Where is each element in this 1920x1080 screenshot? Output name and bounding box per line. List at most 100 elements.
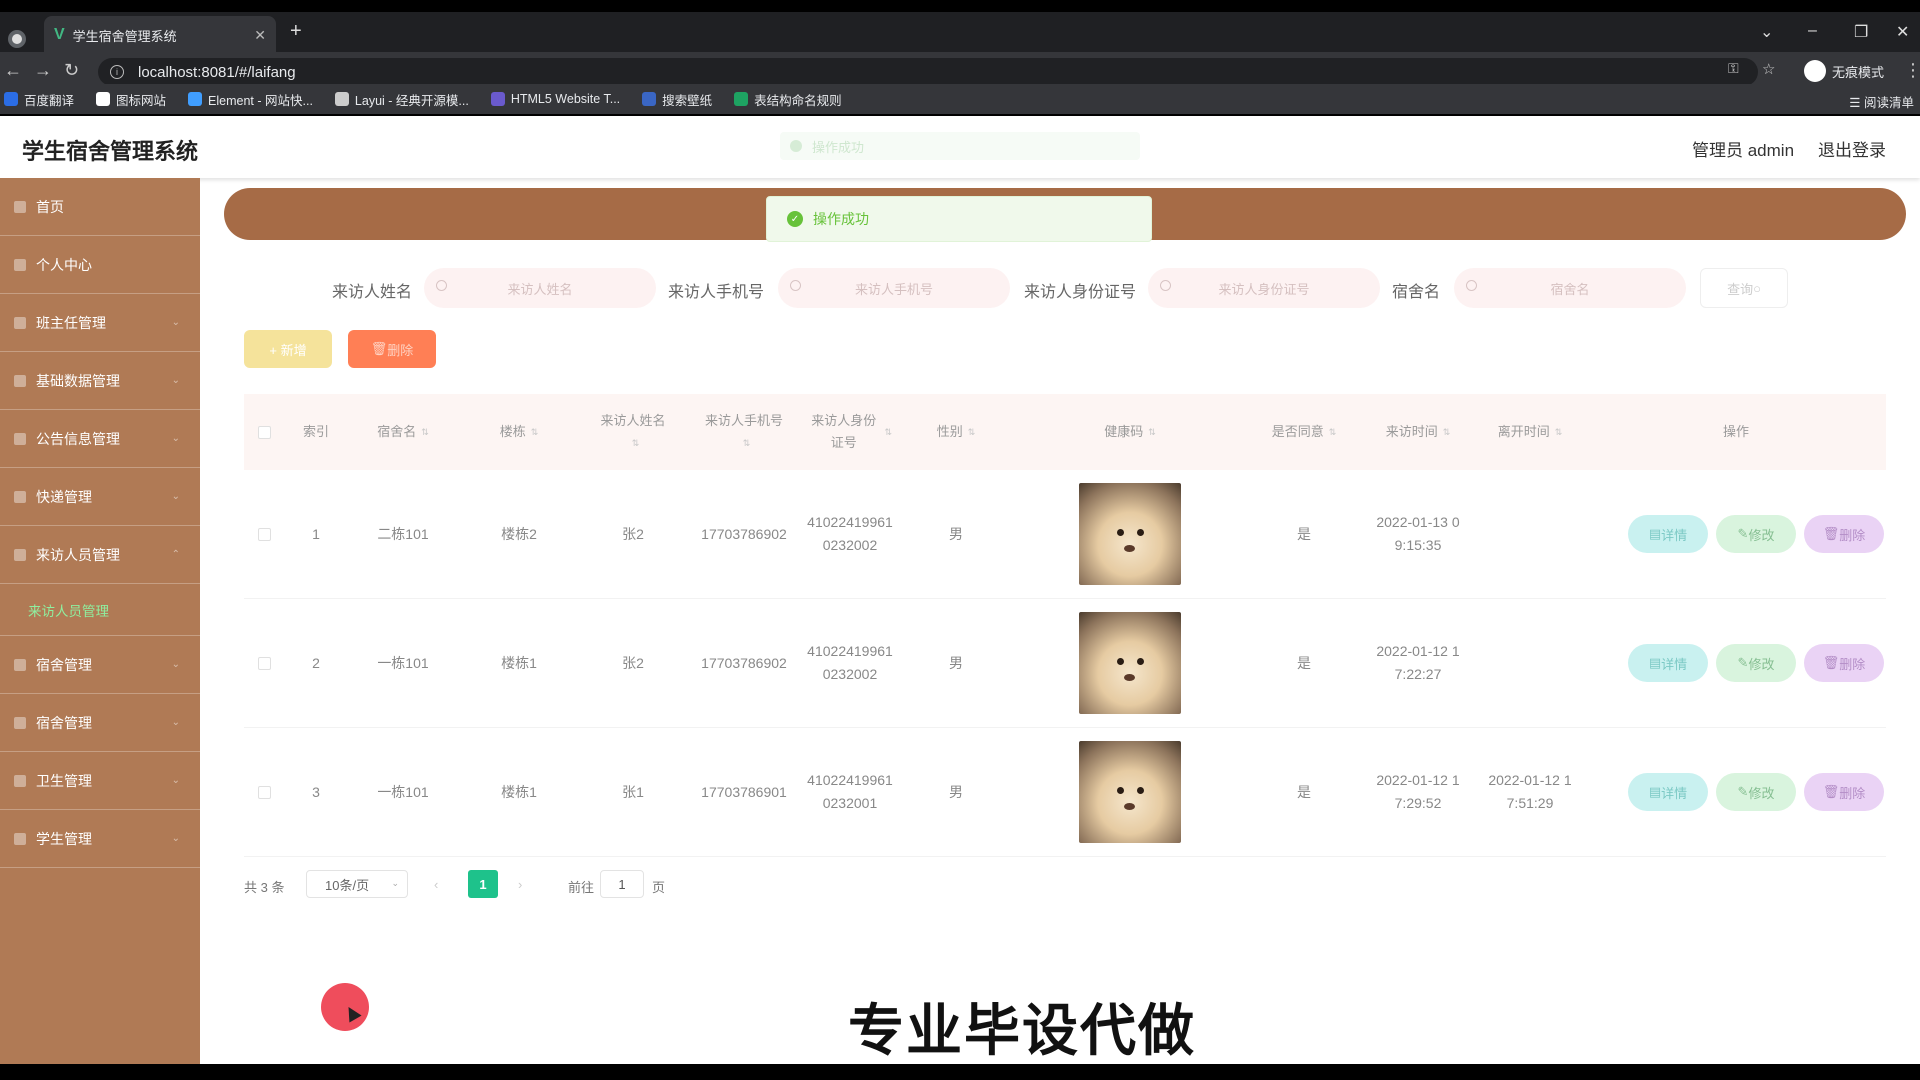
- bookmark[interactable]: 图标网站: [96, 90, 166, 109]
- col-label: 宿舍名: [377, 424, 417, 439]
- detail-label: 详情: [1661, 656, 1688, 672]
- batch-delete-label: 删除: [387, 342, 414, 358]
- incognito-indicator[interactable]: 无痕模式: [1803, 60, 1884, 82]
- delete-label: 删除: [1839, 527, 1866, 543]
- col-agree[interactable]: 是否同意 ⇅: [1246, 394, 1362, 470]
- edit-button[interactable]: ✎ 修改: [1716, 644, 1796, 682]
- row-checkbox[interactable]: [257, 656, 271, 670]
- col-visitor-name[interactable]: 来访人姓名 ⇅: [580, 394, 686, 470]
- col-visitor-phone[interactable]: 来访人手机号 ⇅: [686, 394, 802, 470]
- row-select-cell[interactable]: [244, 470, 284, 598]
- sidebar-item-hygiene[interactable]: 卫生管理 ⌄: [0, 752, 200, 810]
- sort-icon[interactable]: ⇅: [1555, 421, 1563, 443]
- new-tab-icon[interactable]: +: [290, 20, 302, 43]
- bookmark[interactable]: 百度翻译: [4, 90, 74, 109]
- key-icon[interactable]: ⚿: [1728, 60, 1739, 77]
- select-all-checkbox[interactable]: [257, 425, 271, 439]
- detail-button[interactable]: ▤ 详情: [1628, 773, 1708, 811]
- row-select-cell[interactable]: [244, 728, 284, 856]
- sidebar-subitem-visitors[interactable]: 来访人员管理: [0, 584, 200, 636]
- bookmark[interactable]: Layui - 经典开源模...: [334, 90, 469, 109]
- edit-button[interactable]: ✎ 修改: [1716, 773, 1796, 811]
- col-visit-time[interactable]: 来访时间 ⇅: [1362, 394, 1474, 470]
- sidebar-item-home[interactable]: 首页: [0, 178, 200, 236]
- address-bar[interactable]: i localhost:8081/#/laifang: [98, 58, 1758, 86]
- col-index: 索引: [302, 424, 329, 439]
- detail-button[interactable]: ▤ 详情: [1628, 515, 1708, 553]
- query-button[interactable]: 查询 ○: [1700, 268, 1788, 308]
- visitor-phone-input[interactable]: 来访人手机号: [778, 268, 1010, 308]
- close-icon[interactable]: ✕: [254, 27, 266, 44]
- window-close-icon[interactable]: ✕: [1896, 22, 1909, 42]
- sort-icon[interactable]: ⇅: [884, 421, 892, 443]
- row-checkbox[interactable]: [257, 785, 271, 799]
- sidebar-item-students[interactable]: 学生管理 ⌄: [0, 810, 200, 868]
- goto-page-input[interactable]: 1: [600, 870, 644, 898]
- tab-search-icon[interactable]: ⌄: [1760, 22, 1773, 42]
- browser-tab[interactable]: V 学生宿舍管理系统 ✕: [44, 16, 276, 54]
- prev-page-icon[interactable]: ‹: [434, 877, 438, 892]
- col-building[interactable]: 楼栋 ⇅: [458, 394, 580, 470]
- sidebar-item-base-data[interactable]: 基础数据管理 ⌄: [0, 352, 200, 410]
- delete-button[interactable]: 🗑 删除: [1804, 773, 1884, 811]
- sidebar-item-dorm[interactable]: 宿舍管理 ⌄: [0, 636, 200, 694]
- info-icon[interactable]: i: [110, 65, 124, 79]
- reload-icon[interactable]: ↻: [64, 60, 79, 81]
- col-visitor-idcard[interactable]: 来访人身份证号 ⇅: [802, 394, 898, 470]
- menu-icon[interactable]: ⋮: [1904, 60, 1920, 81]
- bookmark[interactable]: Element - 网站快...: [188, 90, 313, 109]
- row-select-cell[interactable]: [244, 599, 284, 727]
- visitor-name-input[interactable]: 来访人姓名: [424, 268, 656, 308]
- minimize-icon[interactable]: –: [1808, 22, 1817, 40]
- sort-icon[interactable]: ⇅: [1148, 421, 1156, 443]
- sort-icon[interactable]: ⇅: [1329, 421, 1337, 443]
- delete-button[interactable]: 🗑 删除: [1804, 644, 1884, 682]
- sort-icon[interactable]: ⇅: [1443, 421, 1451, 443]
- bookmark[interactable]: HTML5 Website T...: [490, 92, 620, 106]
- star-icon[interactable]: ☆: [1762, 60, 1775, 78]
- col-dorm[interactable]: 宿舍名 ⇅: [348, 394, 458, 470]
- health-code-image[interactable]: [1079, 483, 1181, 585]
- sort-icon[interactable]: ⇅: [421, 421, 429, 443]
- detail-button[interactable]: ▤ 详情: [1628, 644, 1708, 682]
- bookmark[interactable]: 搜索壁纸: [642, 90, 712, 109]
- bookmark[interactable]: 表结构命名规则: [734, 90, 842, 109]
- col-label: 离开时间: [1497, 424, 1550, 439]
- next-page-icon[interactable]: ›: [518, 877, 522, 892]
- current-page[interactable]: 1: [468, 870, 498, 898]
- batch-delete-button[interactable]: 🗑 删除: [348, 330, 436, 368]
- sidebar-item-notices[interactable]: 公告信息管理 ⌄: [0, 410, 200, 468]
- cell-visitor-name: 张2: [622, 654, 644, 671]
- success-icon: [790, 140, 802, 152]
- sort-icon[interactable]: ⇅: [531, 421, 539, 443]
- reading-list-icon: ☰: [1849, 96, 1864, 110]
- sidebar-item-dorm-2[interactable]: 宿舍管理 ⌄: [0, 694, 200, 752]
- edit-button[interactable]: ✎ 修改: [1716, 515, 1796, 553]
- forward-icon[interactable]: →: [34, 60, 52, 81]
- logout-button[interactable]: 退出登录: [1818, 136, 1886, 161]
- sort-icon[interactable]: ⇅: [743, 432, 751, 454]
- cell-visitor-idcard: 41022419961 0232002: [802, 470, 898, 598]
- sidebar-item-visitors[interactable]: 来访人员管理 ⌃: [0, 526, 200, 584]
- reading-list[interactable]: ☰ 阅读清单: [1849, 92, 1914, 111]
- col-health-code[interactable]: 健康码 ⇅: [1014, 394, 1246, 470]
- row-checkbox[interactable]: [257, 527, 271, 541]
- sidebar-item-profile[interactable]: 个人中心: [0, 236, 200, 294]
- hygiene-icon: [14, 774, 26, 787]
- sort-icon[interactable]: ⇅: [968, 421, 976, 443]
- sort-icon[interactable]: ⇅: [632, 432, 640, 454]
- delete-button[interactable]: 🗑 删除: [1804, 515, 1884, 553]
- back-icon[interactable]: ←: [4, 60, 22, 81]
- health-code-image[interactable]: [1079, 741, 1181, 843]
- add-button[interactable]: + 新增: [244, 330, 332, 368]
- page-size-select[interactable]: 10条/页 ⌄: [306, 870, 408, 898]
- col-leave-time[interactable]: 离开时间 ⇅: [1474, 394, 1586, 470]
- visitor-idcard-input[interactable]: 来访人身份证号: [1148, 268, 1380, 308]
- select-all-cell[interactable]: [244, 394, 284, 470]
- dorm-name-input[interactable]: 宿舍名: [1454, 268, 1686, 308]
- health-code-image[interactable]: [1079, 612, 1181, 714]
- restore-icon[interactable]: ❐: [1854, 22, 1868, 42]
- sidebar-item-teachers[interactable]: 班主任管理 ⌄: [0, 294, 200, 352]
- col-gender[interactable]: 性别 ⇅: [898, 394, 1014, 470]
- sidebar-item-packages[interactable]: 快递管理 ⌄: [0, 468, 200, 526]
